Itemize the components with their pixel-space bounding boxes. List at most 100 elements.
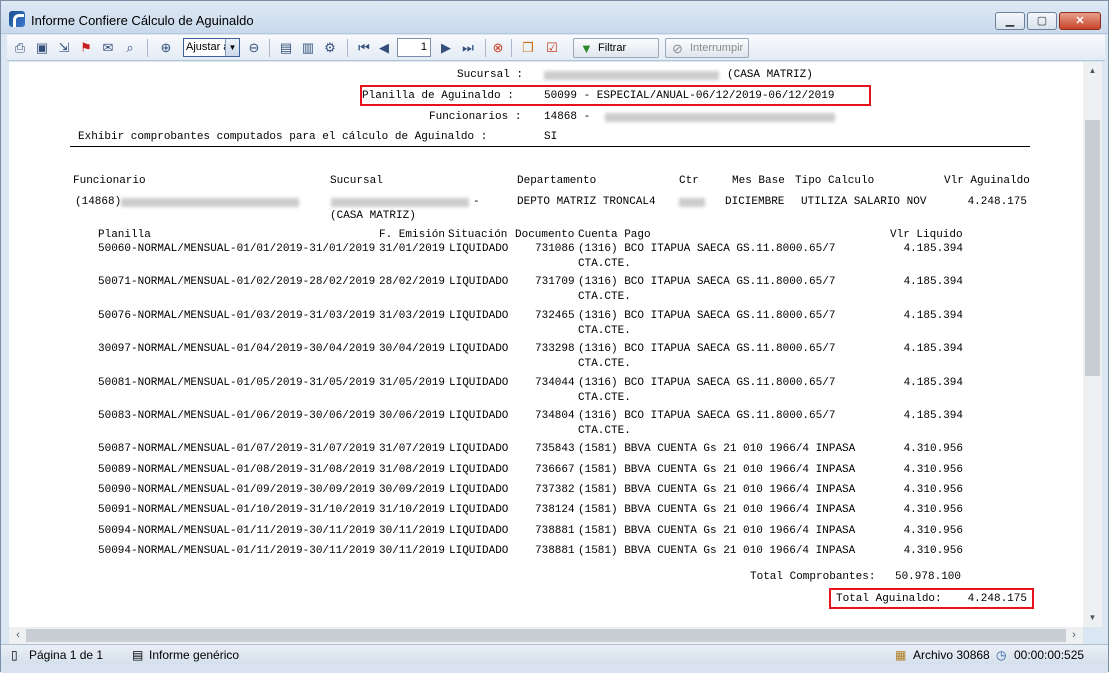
- redacted-text: [605, 113, 835, 122]
- row-valor: 4.185.394: [903, 276, 963, 289]
- find-icon[interactable]: ⌕: [121, 39, 139, 57]
- employee-vlr-aguinaldo: 4.248.175: [967, 196, 1027, 208]
- title-bar[interactable]: Informe Confiere Cálculo de Aguinaldo ▁ …: [1, 1, 1108, 34]
- zoom-select[interactable]: Ajustar a ▼: [183, 38, 240, 57]
- row-cuenta: (1581) BBVA CUENTA Gs 21 010 1966/4 INPA…: [578, 544, 856, 557]
- scroll-right-icon[interactable]: ›: [1067, 627, 1081, 644]
- row-cuenta: (1316) BCO ITAPUA SAECA GS.11.8000.65/7: [578, 343, 836, 356]
- stop-icon[interactable]: ⊗: [489, 39, 507, 57]
- row-documento: 732465: [535, 309, 575, 322]
- last-page-icon[interactable]: ⏭: [459, 39, 477, 57]
- prev-page-icon[interactable]: ◀: [375, 39, 393, 57]
- col-vlr-liquido: Vlr Liquido: [890, 229, 963, 241]
- scroll-down-icon[interactable]: ▼: [1083, 611, 1102, 625]
- employee-sucursal-line2: (CASA MATRIZ): [330, 210, 416, 222]
- zoom-in-icon[interactable]: ⊕: [157, 39, 175, 57]
- app-logo-icon: [9, 11, 25, 27]
- row-situacion: LIQUIDADO: [449, 410, 509, 422]
- row-valor: 4.310.956: [903, 484, 963, 496]
- row-cuenta: (1581) BBVA CUENTA Gs 21 010 1966/4 INPA…: [578, 443, 856, 456]
- row-cuenta: (1316) BCO ITAPUA SAECA GS.11.8000.65/7: [578, 243, 836, 255]
- row-fecha: 30/09/2019: [379, 484, 446, 496]
- row-valor: 4.310.956: [903, 463, 963, 476]
- row-fecha: 28/02/2019: [379, 276, 446, 289]
- chevron-down-icon[interactable]: ▼: [225, 39, 239, 56]
- row-cuenta: (1316) BCO ITAPUA SAECA GS.11.8000.65/7: [578, 309, 836, 322]
- col-sucursal: Sucursal: [330, 175, 383, 187]
- check-icon[interactable]: ☑: [543, 39, 561, 57]
- row-planilla: 50071-NORMAL/MENSUAL-01/02/2019-28/02/20…: [98, 276, 376, 289]
- copy-icon[interactable]: ❐: [519, 39, 537, 57]
- scroll-thumb[interactable]: [26, 629, 1066, 642]
- row-planilla: 50087-NORMAL/MENSUAL-01/07/2019-31/07/20…: [98, 443, 376, 456]
- row-fecha: 31/01/2019: [379, 243, 446, 255]
- redacted-text: [544, 71, 719, 80]
- interrumpir-button[interactable]: ⊘ Interrumpir: [665, 38, 749, 58]
- filtrar-button[interactable]: ▼ Filtrar: [573, 38, 659, 58]
- status-bar: ▯ Página 1 de 1 ▤ Informe genérico ▦ Arc…: [1, 644, 1108, 664]
- employee-tipo-calculo: UTILIZA SALARIO NOV: [801, 196, 927, 208]
- row-fecha: 31/08/2019: [379, 463, 446, 476]
- page-setup-icon[interactable]: ▤: [277, 39, 295, 57]
- row-cuenta-line2: CTA.CTE.: [578, 258, 631, 270]
- filter-icon: ▼: [580, 41, 593, 56]
- clock-icon: ◷: [996, 648, 1007, 662]
- row-planilla: 50076-NORMAL/MENSUAL-01/03/2019-31/03/20…: [98, 309, 376, 322]
- row-planilla: 50089-NORMAL/MENSUAL-01/08/2019-31/08/20…: [98, 463, 376, 476]
- row-situacion: LIQUIDADO: [449, 524, 509, 537]
- row-cuenta-line2: CTA.CTE.: [578, 425, 631, 437]
- mail-icon[interactable]: ✉: [99, 39, 117, 57]
- interrumpir-label: Interrumpir: [690, 42, 744, 54]
- row-valor: 4.310.956: [903, 544, 963, 557]
- horizontal-scrollbar[interactable]: ‹ ›: [9, 627, 1083, 644]
- row-situacion: LIQUIDADO: [449, 504, 509, 517]
- scroll-left-icon[interactable]: ‹: [11, 627, 25, 644]
- report-page: Sucursal : (CASA MATRIZ) Planilla de Agu…: [9, 62, 1083, 627]
- next-page-icon[interactable]: ▶: [437, 39, 455, 57]
- row-cuenta-line2: CTA.CTE.: [578, 358, 631, 371]
- export-icon[interactable]: ⇲: [55, 39, 73, 57]
- exhibir-value: SI: [544, 131, 558, 143]
- exhibir-label: Exhibir comprobantes computados para el …: [78, 131, 488, 143]
- save-icon[interactable]: ▣: [33, 39, 51, 57]
- status-informe: Informe genérico: [149, 648, 240, 662]
- col-f-emision: F. Emisión: [379, 229, 446, 241]
- vertical-scrollbar[interactable]: ▲ ▼: [1083, 62, 1102, 627]
- minimize-button[interactable]: ▁: [995, 12, 1025, 30]
- zoom-out-icon[interactable]: ⊖: [245, 39, 263, 57]
- filtrar-label: Filtrar: [598, 42, 627, 54]
- page-number-input[interactable]: 1: [397, 38, 431, 57]
- row-situacion: LIQUIDADO: [449, 484, 509, 496]
- scroll-up-icon[interactable]: ▲: [1083, 64, 1102, 78]
- divider: [70, 146, 1030, 147]
- row-valor: 4.185.394: [903, 410, 963, 422]
- toolbar-separator: [485, 39, 486, 57]
- maximize-button[interactable]: ▢: [1027, 12, 1057, 30]
- close-button[interactable]: ✕: [1059, 12, 1101, 30]
- first-page-icon[interactable]: ⏮: [355, 39, 373, 57]
- row-valor: 4.310.956: [903, 524, 963, 537]
- row-situacion: LIQUIDADO: [449, 463, 509, 476]
- col-situacion: Situación: [448, 229, 508, 241]
- status-time: 00:00:00:525: [1014, 648, 1085, 662]
- row-cuenta: (1316) BCO ITAPUA SAECA GS.11.8000.65/7: [578, 376, 836, 389]
- window-title: Informe Confiere Cálculo de Aguinaldo: [31, 13, 254, 28]
- sucursal-suffix: -: [473, 196, 480, 208]
- row-cuenta-line2: CTA.CTE.: [578, 291, 631, 304]
- funcionarios-value: 14868 -: [544, 111, 591, 123]
- row-documento: 738124: [535, 504, 575, 517]
- toolbar-separator: [511, 39, 512, 57]
- row-planilla: 50090-NORMAL/MENSUAL-01/09/2019-30/09/20…: [98, 484, 376, 496]
- col-mes-base: Mes Base: [732, 175, 785, 187]
- layout-icon[interactable]: ▥: [299, 39, 317, 57]
- row-situacion: LIQUIDADO: [449, 243, 509, 255]
- col-planilla: Planilla: [98, 229, 151, 241]
- print-icon[interactable]: ⎙: [11, 39, 29, 57]
- properties-icon[interactable]: ⚙: [321, 39, 339, 57]
- pdf-icon[interactable]: ⚑: [77, 39, 95, 57]
- toolbar: ⎙ ▣ ⇲ ⚑ ✉ ⌕ ⊕ Ajustar a ▼ ⊖ ▤ ▥ ⚙ ⏮ ◀ 1 …: [7, 35, 1105, 61]
- row-planilla: 30097-NORMAL/MENSUAL-01/04/2019-30/04/20…: [98, 343, 376, 356]
- row-documento: 736667: [535, 463, 575, 476]
- scroll-thumb[interactable]: [1085, 120, 1100, 376]
- row-fecha: 30/06/2019: [379, 410, 446, 422]
